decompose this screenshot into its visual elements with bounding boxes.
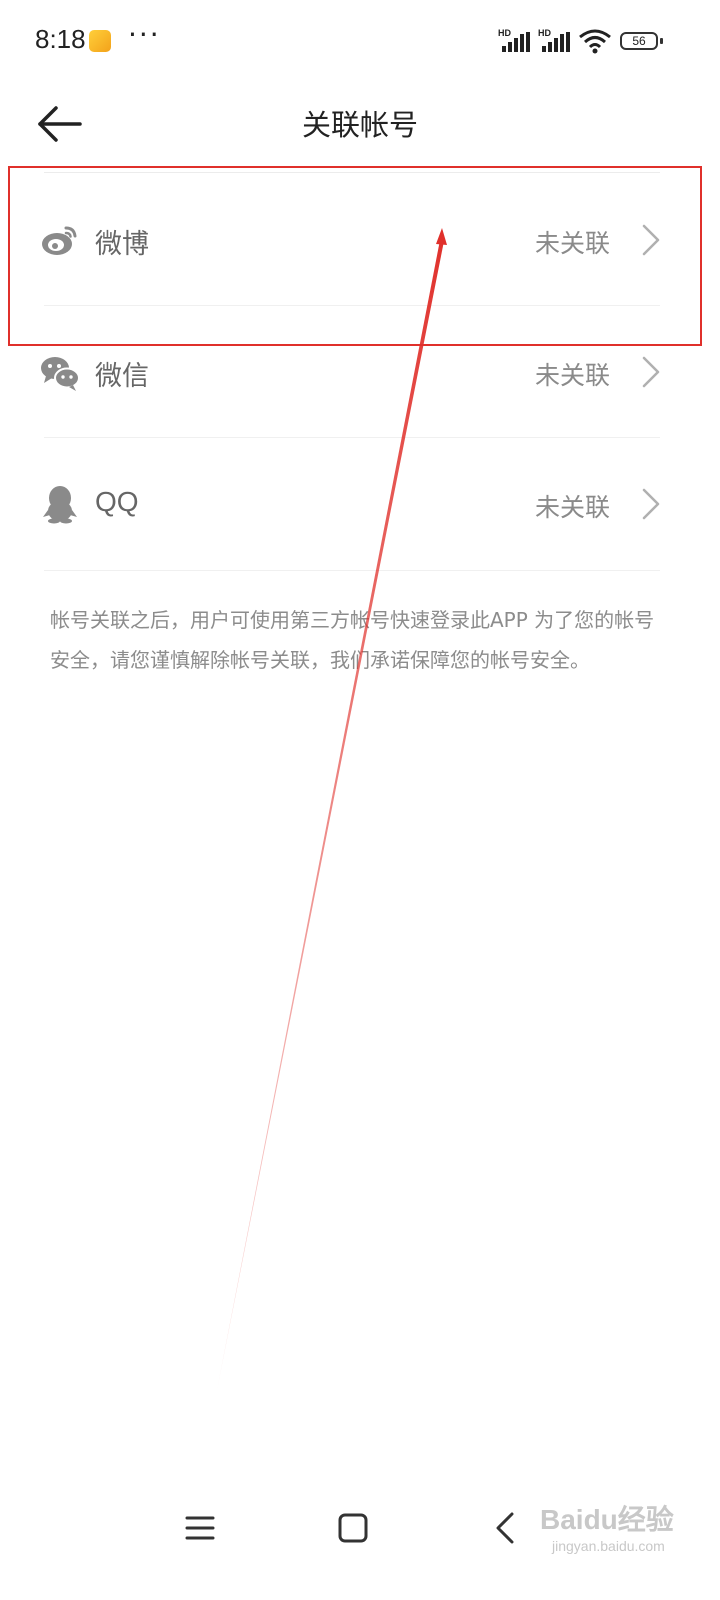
screen: 8:18 ··· HD HD 56 关联帐号 微博 未关联 微信 未关联 QQ … xyxy=(0,0,720,1600)
back-icon[interactable] xyxy=(486,1508,526,1548)
baidu-watermark-url: jingyan.baidu.com xyxy=(552,1538,665,1554)
menu-icon[interactable] xyxy=(180,1508,220,1548)
annotation-arrow-icon xyxy=(217,228,447,1390)
baidu-watermark: Baidu经验 xyxy=(540,1504,674,1535)
home-icon[interactable] xyxy=(333,1508,373,1548)
